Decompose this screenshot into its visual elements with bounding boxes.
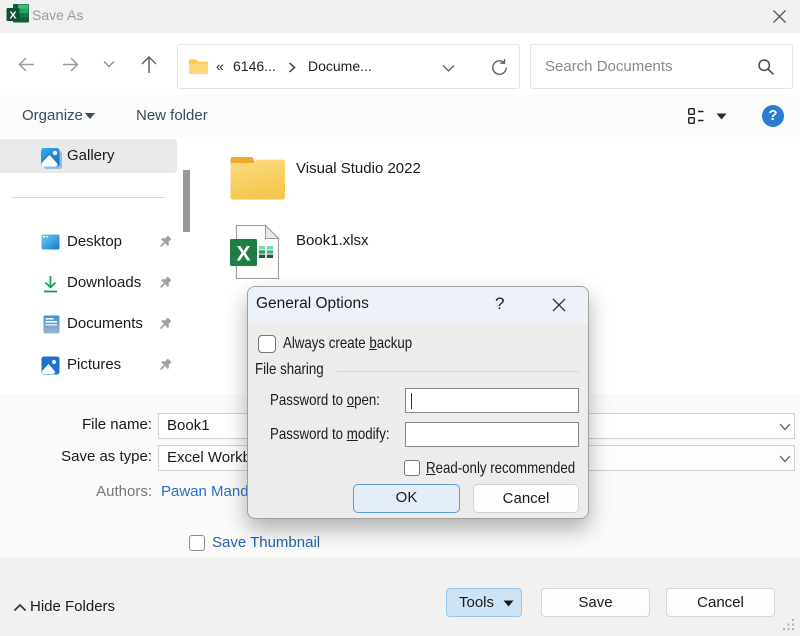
svg-text:X: X	[9, 9, 16, 21]
svg-text:X: X	[236, 243, 250, 266]
